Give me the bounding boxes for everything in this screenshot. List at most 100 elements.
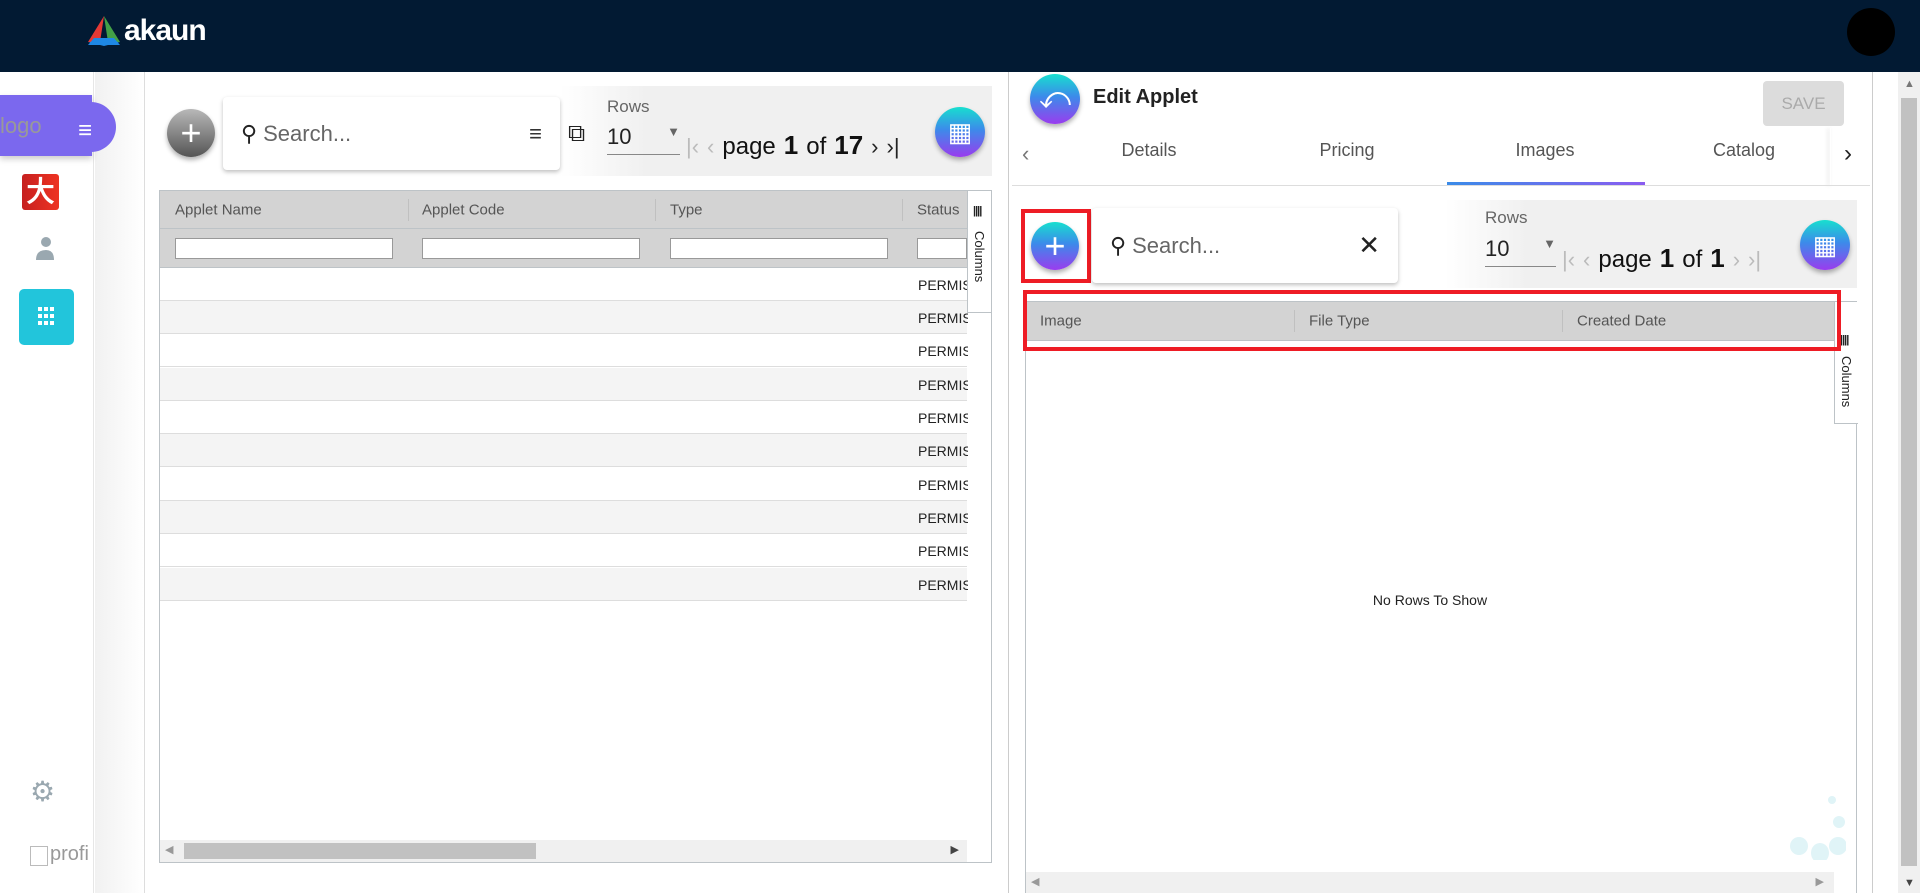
columns-icon: |||| [973, 205, 982, 217]
prev-page-icon[interactable]: ‹ [1583, 247, 1590, 273]
tab-details[interactable]: Details [1121, 140, 1176, 161]
last-page-icon[interactable]: ›| [887, 134, 900, 160]
first-page-icon[interactable]: |‹ [1562, 247, 1575, 273]
brand-logo[interactable]: akaun [88, 14, 207, 48]
rows-select[interactable]: 10 ▼ [607, 124, 680, 155]
back-button[interactable]: ⤺ [1030, 74, 1080, 124]
search-box[interactable]: ⚲ Search... ≡ [223, 97, 560, 170]
scroll-up-icon[interactable]: ▲ [1904, 78, 1915, 90]
filter-row [160, 229, 967, 268]
of-word: of [806, 133, 827, 160]
scroll-right-icon[interactable]: ▶ [951, 843, 959, 856]
profile-alt: profi [50, 843, 89, 865]
page-scrollbar[interactable]: ▲ ▼ [1898, 72, 1920, 893]
highlight-grid-header [1023, 290, 1841, 351]
col-type[interactable]: Type [670, 201, 703, 218]
filter-applet-code[interactable] [422, 238, 640, 259]
scrollbar-thumb[interactable] [184, 843, 536, 859]
col-applet-code[interactable]: Applet Code [422, 201, 505, 218]
top-bar [0, 0, 1920, 72]
panel-divider-right [1872, 72, 1873, 893]
applets-grid: Applet Name Applet Code Type Status PERM… [159, 190, 992, 863]
total-pages: 17 [834, 130, 864, 160]
filter-type[interactable] [670, 238, 888, 259]
table-row[interactable]: PERMISSION [160, 401, 968, 434]
last-page-icon[interactable]: ›| [1748, 247, 1761, 273]
pagination: |‹ ‹ page 1 of 17 › ›| [686, 130, 900, 161]
page-size-icon: ⧉ [568, 120, 586, 147]
tabs-divider [1012, 185, 1870, 186]
table-row[interactable]: PERMISSION [160, 268, 968, 301]
columns-tool-panel[interactable]: |||| Columns [967, 191, 991, 313]
panel-divider [1008, 72, 1009, 893]
tab-images[interactable]: Images [1515, 140, 1574, 161]
apps-grid-icon[interactable] [19, 289, 74, 345]
brand-name: akaun [124, 14, 207, 47]
col-status[interactable]: Status [917, 201, 960, 218]
table-row[interactable]: PERMISSION [160, 434, 968, 467]
page-word: page [1598, 246, 1652, 273]
chevron-down-icon: ▼ [667, 124, 680, 139]
app-icon-red[interactable]: 大 [22, 174, 59, 210]
scroll-down-icon[interactable]: ▼ [1904, 877, 1915, 889]
scroll-right-icon[interactable]: ▶ [1816, 875, 1824, 888]
status-cell: PERMISSION [918, 277, 968, 293]
scroll-left-icon[interactable]: ◀ [165, 843, 173, 856]
horizontal-scrollbar[interactable]: ◀ ▶ [1026, 872, 1834, 893]
tab-pricing[interactable]: Pricing [1319, 140, 1374, 161]
add-button[interactable]: + [167, 109, 215, 157]
gear-icon[interactable]: ⚙ [30, 775, 55, 808]
clear-search-icon[interactable]: ✕ [1358, 230, 1380, 261]
horizontal-scrollbar[interactable]: ◀ ▶ [160, 840, 967, 862]
tabs-scroll-left-icon[interactable]: ‹ [1022, 141, 1029, 167]
current-page: 1 [1659, 243, 1675, 273]
image-search-box[interactable]: ⚲ Search... ✕ [1092, 208, 1398, 283]
save-button[interactable]: SAVE [1763, 81, 1844, 126]
status-cell: PERMISSION [918, 477, 968, 493]
user-avatar[interactable] [1847, 8, 1895, 56]
empty-message: No Rows To Show [1372, 592, 1488, 608]
rows-label: Rows [1485, 208, 1528, 227]
person-icon[interactable] [34, 236, 56, 260]
current-page: 1 [783, 130, 799, 160]
grid-view-button[interactable]: ▦ [1800, 220, 1850, 270]
filter-icon[interactable]: ≡ [529, 121, 542, 147]
akaun-logo-icon [88, 16, 120, 46]
table-row[interactable]: PERMISSION [160, 301, 968, 334]
table-row[interactable]: PERMISSION [160, 334, 968, 367]
table-row[interactable]: PERMISSION [160, 568, 968, 601]
scroll-left-icon[interactable]: ◀ [1031, 875, 1039, 888]
tab-catalog[interactable]: Catalog [1713, 140, 1775, 161]
filter-applet-name[interactable] [175, 238, 393, 259]
search-icon: ⚲ [241, 120, 258, 146]
prev-page-icon[interactable]: ‹ [707, 134, 714, 160]
table-row[interactable]: PERMISSION [160, 501, 968, 534]
highlight-add-button [1021, 209, 1091, 283]
rows-select[interactable]: 10 ▼ [1485, 236, 1556, 267]
first-page-icon[interactable]: |‹ [686, 134, 699, 160]
next-page-icon[interactable]: › [1733, 247, 1740, 273]
profile-image[interactable]: profi [30, 843, 89, 866]
filter-status[interactable] [917, 238, 967, 259]
menu-toggle-icon[interactable]: ≡ [78, 117, 92, 145]
grid-view-button[interactable]: ▦ [935, 107, 985, 157]
tabs-scroll-right-icon[interactable]: › [1844, 140, 1852, 168]
status-cell: PERMISSION [918, 343, 968, 359]
columns-panel-label: Columns [972, 231, 987, 283]
total-pages: 1 [1710, 243, 1725, 273]
images-grid: Image File Type Created Date No Rows To … [1025, 301, 1858, 893]
next-page-icon[interactable]: › [871, 134, 878, 160]
search-input[interactable]: Search... [263, 121, 529, 147]
table-row[interactable]: PERMISSION [160, 368, 968, 401]
table-row[interactable]: PERMISSION [160, 468, 968, 501]
page-scrollbar-thumb[interactable] [1901, 98, 1917, 866]
table-row[interactable]: PERMISSION [160, 534, 968, 567]
image-search-input[interactable]: Search... [1132, 233, 1358, 259]
col-applet-name[interactable]: Applet Name [175, 201, 262, 218]
search-icon: ⚲ [1110, 232, 1127, 258]
status-cell: PERMISSION [918, 543, 968, 559]
chevron-down-icon: ▼ [1543, 236, 1556, 251]
status-cell: PERMISSION [918, 443, 968, 459]
status-cell: PERMISSION [918, 510, 968, 526]
rows-value: 10 [1485, 236, 1510, 261]
